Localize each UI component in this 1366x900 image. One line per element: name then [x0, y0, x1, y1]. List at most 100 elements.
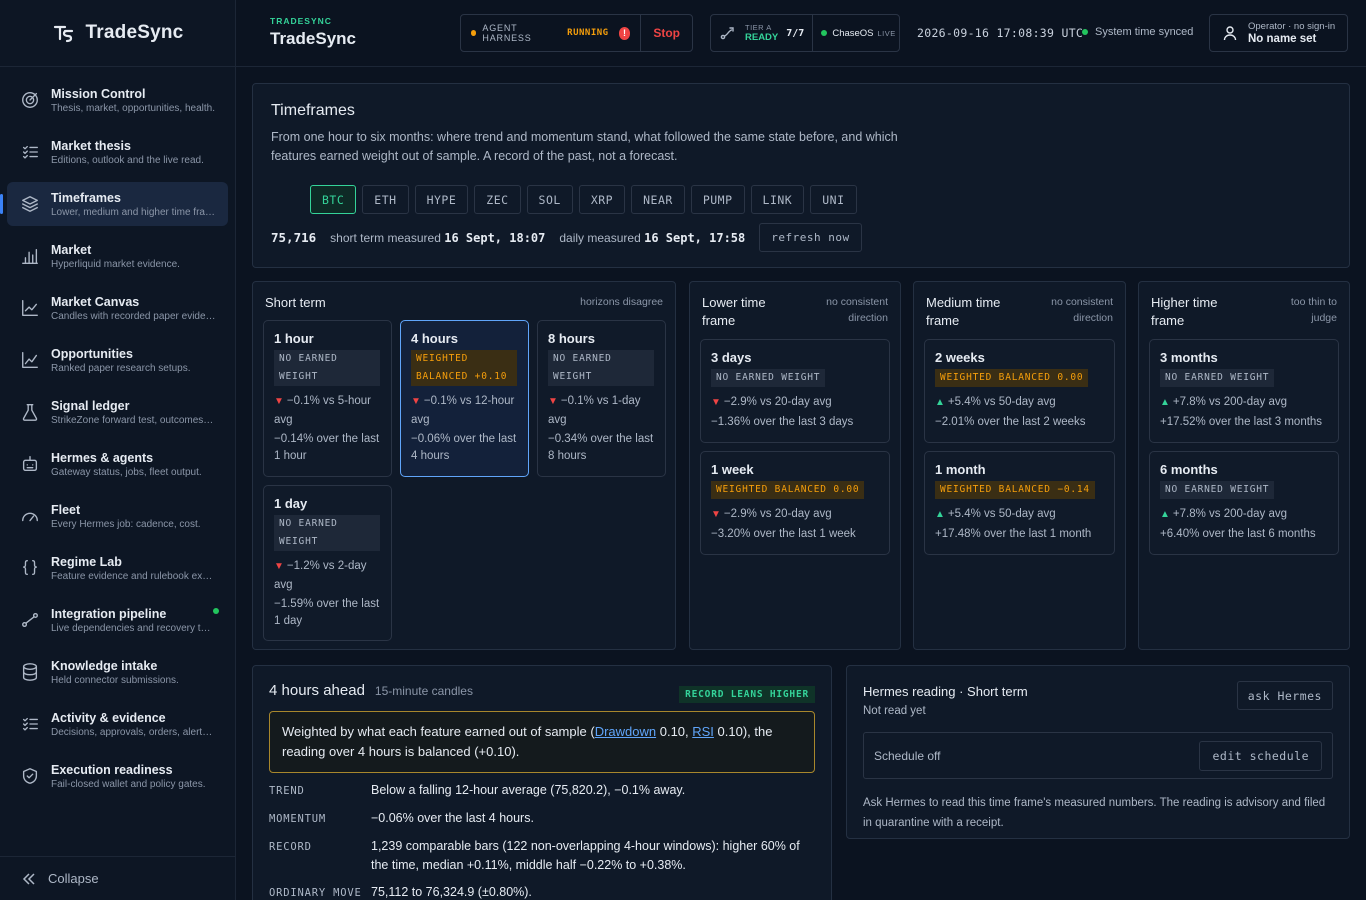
daily-measured: daily measured 16 Sept, 17:58	[559, 231, 745, 245]
asset-button-eth[interactable]: ETH	[362, 185, 409, 214]
asset-button-zec[interactable]: ZEC	[474, 185, 521, 214]
page-title: Timeframes	[271, 102, 355, 119]
sidebar-item-knowledge-intake[interactable]: Knowledge intake Held connector submissio…	[7, 650, 228, 694]
group-note: no consistent direction	[826, 296, 888, 324]
tier-label: TIER A	[745, 23, 772, 32]
edit-schedule-button[interactable]: edit schedule	[1199, 740, 1322, 771]
timeframe-card-3-months[interactable]: 3 months NO EARNED WEIGHT ▲ +7.8% vs 200-da…	[1149, 339, 1339, 443]
sidebar-item-activity-evidence[interactable]: Activity & evidence Decisions, approvals,…	[7, 702, 228, 746]
asset-button-btc[interactable]: BTC	[310, 185, 357, 214]
database-icon	[19, 661, 41, 683]
detail-key: ORDINARY MOVE	[269, 887, 362, 899]
sidebar-item-timeframes[interactable]: Timeframes Lower, medium and higher time …	[0, 182, 228, 226]
asset-button-uni[interactable]: UNI	[810, 185, 857, 214]
sidebar-item-mission-control[interactable]: Mission Control Thesis, market, opportuni…	[7, 78, 228, 122]
detail-row-momentum: MOMENTUM −0.06% over the last 4 hours.	[269, 809, 815, 829]
sidebar-item-title: Signal ledger	[51, 398, 130, 413]
collapse-button[interactable]: Collapse	[0, 856, 236, 900]
avg-change: ▼ −0.1% vs 5-hour avg	[274, 392, 381, 429]
stop-button[interactable]: Stop	[641, 26, 692, 40]
sidebar-item-signal-ledger[interactable]: Signal ledger StrikeZone forward test, ou…	[7, 390, 228, 434]
user-icon	[1223, 26, 1237, 41]
sidebar-item-title: Integration pipeline	[51, 606, 167, 621]
sidebar-item-fleet[interactable]: Fleet Every Hermes job: cadence, cost.	[7, 494, 228, 538]
period-change: −0.34% over the last 8 hours	[548, 433, 654, 462]
sidebar-item-opportunities[interactable]: Opportunities Ranked paper research setup…	[7, 338, 228, 382]
ahead-subtitle: 15-minute candles	[374, 684, 473, 698]
sidebar-item-market[interactable]: Market Hyperliquid market evidence.	[7, 234, 228, 278]
timeframe-title: 1 week	[711, 462, 754, 477]
timeframes-header-card: Timeframes From one hour to six months: …	[252, 83, 1350, 268]
detail-row-ordinary-move: ORDINARY MOVE 75,112 to 76,324.9 (±0.80%)…	[269, 883, 815, 900]
timeframe-card-1-month[interactable]: 1 month WEIGHTED BALANCED −0.14 ▲ +5.4% vs …	[924, 451, 1115, 555]
weight-badge: NO EARNED WEIGHT	[274, 350, 380, 386]
detail-value: 75,112 to 76,324.9 (±0.80%).	[371, 885, 532, 899]
harness-status-dot	[471, 30, 477, 36]
horizon-ahead-card: 4 hours ahead 15-minute candles RECORD L…	[252, 665, 832, 900]
timeframe-card-4-hours[interactable]: 4 hours WEIGHTED BALANCED +0.10 ▼ −0.1% vs …	[400, 320, 529, 477]
period-change: −1.36% over the last 3 days	[711, 416, 854, 428]
double-chevron-left-icon	[22, 872, 35, 885]
operator-name: No name set	[1248, 33, 1317, 45]
weight-badge: WEIGHTED BALANCED −0.14	[935, 481, 1095, 499]
period-change: −2.01% over the last 2 weeks	[935, 416, 1086, 428]
tier-segment[interactable]: TIER A READY 7/7	[711, 15, 812, 51]
timeframe-card-8-hours[interactable]: 8 hours NO EARNED WEIGHT ▼ −0.1% vs 1-day a…	[537, 320, 666, 477]
timeframe-card-2-weeks[interactable]: 2 weeks WEIGHTED BALANCED 0.00 ▲ +5.4% vs 5…	[924, 339, 1115, 443]
asset-button-sol[interactable]: SOL	[526, 185, 573, 214]
detail-value: 1,239 comparable bars (122 non-overlappi…	[371, 839, 800, 872]
schedule-box: Schedule off edit schedule	[863, 732, 1333, 779]
page-description: From one hour to six months: where trend…	[271, 130, 898, 163]
asset-button-link[interactable]: LINK	[750, 185, 805, 214]
weight-badge: NO EARNED WEIGHT	[711, 369, 826, 387]
top-brand: TRADESYNC TradeSync	[270, 16, 356, 49]
agent-harness-pill: AGENT HARNESS RUNNING ! Stop	[460, 14, 693, 52]
sidebar-item-integration-pipeline[interactable]: Integration pipeline Live dependencies an…	[7, 598, 228, 642]
checklist-icon	[19, 713, 41, 735]
avg-change-text: −0.1% vs 5-hour avg	[274, 395, 371, 426]
asset-button-pump[interactable]: PUMP	[690, 185, 745, 214]
sidebar-item-hermes-agents[interactable]: Hermes & agents Gateway status, jobs, fle…	[7, 442, 228, 486]
sidebar-item-market-thesis[interactable]: Market thesis Editions, outlook and the l…	[7, 130, 228, 174]
daily-label: daily measured	[559, 230, 641, 245]
detail-key: TREND	[269, 785, 305, 797]
timeframe-title: 1 hour	[274, 331, 314, 346]
sidebar-item-title: Execution readiness	[51, 762, 173, 777]
short-term-label: short term measured	[330, 230, 441, 245]
pipeline-icon	[19, 609, 41, 631]
detail-key: RECORD	[269, 841, 312, 853]
down-arrow-icon: ▼	[548, 396, 558, 407]
timeframe-card-6-months[interactable]: 6 months NO EARNED WEIGHT ▲ +7.8% vs 200-da…	[1149, 451, 1339, 555]
timeframe-card-1-day[interactable]: 1 day NO EARNED WEIGHT ▼ −1.2% vs 2-day avg…	[263, 485, 392, 641]
refresh-button[interactable]: refresh now	[759, 223, 862, 252]
brand-name: TradeSync	[85, 22, 184, 43]
detail-value: −0.06% over the last 4 hours.	[371, 811, 534, 825]
operator-button[interactable]: Operator · no sign-in No name set	[1209, 14, 1348, 52]
avg-change: ▼ −1.2% vs 2-day avg	[274, 557, 381, 594]
alert-icon[interactable]: !	[618, 26, 631, 40]
harness-status-segment[interactable]: AGENT HARNESS RUNNING !	[461, 15, 642, 51]
harness-label: AGENT HARNESS	[482, 23, 532, 43]
timeframe-card-1-week[interactable]: 1 week WEIGHTED BALANCED 0.00 ▼ −2.9% vs 20…	[700, 451, 890, 555]
sidebar-item-market-canvas[interactable]: Market Canvas Candles with recorded paper…	[7, 286, 228, 330]
avg-change-text: −0.1% vs 12-hour avg	[411, 395, 515, 426]
rsi-link[interactable]: RSI	[692, 724, 714, 739]
brand[interactable]: TradeSync	[0, 0, 235, 67]
drawdown-link[interactable]: Drawdown	[595, 724, 656, 739]
timeframe-card-3-days[interactable]: 3 days NO EARNED WEIGHT ▼ −2.9% vs 20-day a…	[700, 339, 890, 443]
os-segment[interactable]: ChaseOS LIVE	[812, 15, 903, 51]
timeframe-title: 8 hours	[548, 331, 595, 346]
asset-button-xrp[interactable]: XRP	[578, 185, 626, 214]
sidebar-item-title: Regime Lab	[51, 554, 122, 569]
weight-badge: NO EARNED WEIGHT	[1160, 481, 1275, 499]
weight-badge: NO EARNED WEIGHT	[1160, 369, 1275, 387]
timeframe-card-1-hour[interactable]: 1 hour NO EARNED WEIGHT ▼ −0.1% vs 5-hour a…	[263, 320, 392, 477]
sidebar-item-execution-readiness[interactable]: Execution readiness Fail-closed wallet an…	[7, 754, 228, 798]
ask-hermes-button[interactable]: ask Hermes	[1236, 681, 1333, 710]
asset-button-near[interactable]: NEAR	[631, 185, 685, 214]
sidebar-item-regime-lab[interactable]: Regime Lab Feature evidence and rulebook …	[7, 546, 228, 590]
asset-button-hype[interactable]: HYPE	[414, 185, 469, 214]
avg-change: ▼ −2.9% vs 20-day avg	[711, 505, 879, 524]
sidebar-item-title: Market	[51, 242, 92, 257]
sidebar-item-subtitle: Live dependencies and recovery targets	[51, 622, 216, 634]
